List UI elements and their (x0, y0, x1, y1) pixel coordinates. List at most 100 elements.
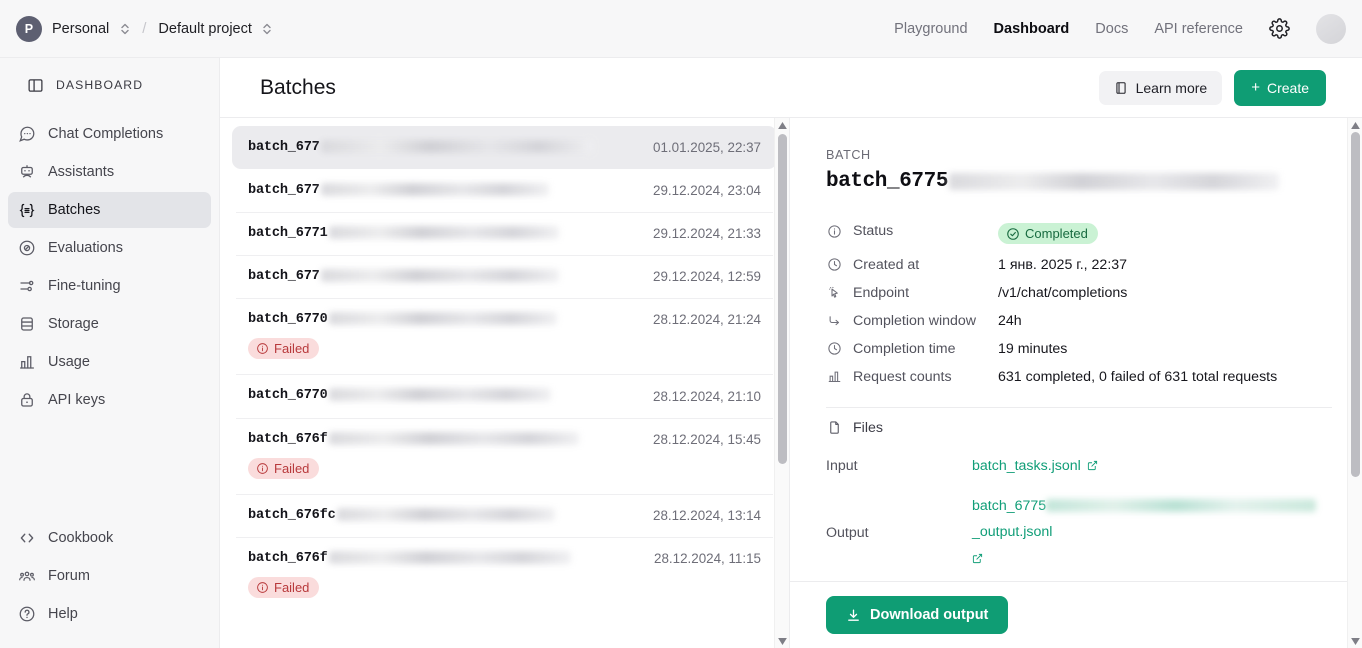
scroll-up-icon[interactable] (1350, 118, 1360, 132)
chevron-updown-icon[interactable] (262, 21, 273, 37)
batch-item-id: batch_676f (248, 550, 571, 566)
files-section-header: Files (826, 418, 1332, 440)
breadcrumb-separator: / (142, 20, 147, 37)
detail-field-value: /v1/chat/completions (998, 284, 1128, 301)
detail-field-row: Created at 1 янв. 2025 г., 22:37 (826, 251, 1332, 279)
sidebar-item-evaluations[interactable]: Evaluations (8, 230, 211, 266)
batch-item-id-prefix: batch_6771 (248, 226, 328, 242)
sidebar-item-fine-tuning[interactable]: Fine-tuning (8, 268, 211, 304)
batch-list-item[interactable]: batch_677 01.01.2025, 22:37 (232, 126, 777, 170)
sidebar-header[interactable]: DASHBOARD (8, 68, 211, 102)
detail-footer: Download output (790, 581, 1362, 648)
detail-batch-id: batch_6775 (826, 170, 1332, 193)
scrollbar-track[interactable] (775, 132, 789, 634)
batch-list[interactable]: batch_677 01.01.2025, 22:37 batch_677 29.12… (220, 118, 789, 648)
batch-item-date: 28.12.2024, 21:24 (653, 312, 761, 328)
sidebar-item-storage[interactable]: Storage (8, 306, 211, 342)
scrollbar-track[interactable] (1348, 132, 1362, 634)
batch-list-scrollbar[interactable] (774, 118, 789, 648)
detail-field-label: Request counts (853, 368, 952, 385)
redacted-batch-id (336, 507, 555, 521)
create-label: Create (1266, 79, 1309, 96)
detail-field-value: 1 янв. 2025 г., 22:37 (998, 256, 1128, 273)
output-file-row: Output batch_6775 _output.jsonl (826, 487, 1332, 581)
app-body: DASHBOARD Chat Completions Assistants Ba… (0, 58, 1362, 648)
scrollbar-thumb[interactable] (778, 134, 787, 464)
file-icon (826, 420, 842, 436)
batch-item-id: batch_6770 (248, 312, 557, 327)
chevron-updown-icon[interactable] (119, 21, 130, 37)
detail-field-row: Endpoint/v1/chat/completions (826, 279, 1332, 307)
check-circle-icon (1006, 227, 1020, 241)
learn-more-button[interactable]: Learn more (1098, 70, 1223, 105)
learn-more-label: Learn more (1135, 79, 1208, 96)
sidebar-item-label: Storage (48, 316, 99, 332)
redacted-batch-id (328, 431, 579, 445)
org-selector[interactable]: P Personal (16, 15, 130, 42)
sidebar: DASHBOARD Chat Completions Assistants Ba… (0, 58, 220, 648)
batch-list-item[interactable]: batch_676f 28.12.2024, 15:45 Failed (232, 417, 777, 494)
nav-dashboard[interactable]: Dashboard (994, 21, 1070, 37)
status-badge-label: Failed (274, 579, 310, 595)
batch-list-item[interactable]: batch_677 29.12.2024, 23:04 (232, 169, 777, 212)
page-title: Batches (260, 75, 336, 99)
redacted-batch-id (328, 312, 557, 326)
batch-item-id: batch_676fc (248, 507, 555, 523)
sidebar-item-cookbook[interactable]: Cookbook (8, 520, 211, 556)
nav-playground[interactable]: Playground (894, 21, 967, 37)
detail-field-value: 19 minutes (998, 340, 1068, 357)
detail-field-row: Status Completed (826, 217, 1332, 251)
gear-icon[interactable] (1269, 18, 1290, 39)
project-selector[interactable]: Default project (158, 21, 273, 37)
input-file-link[interactable]: batch_tasks.jsonl (972, 458, 1098, 474)
compass-icon (18, 239, 36, 257)
batch-list-item[interactable]: batch_6770 28.12.2024, 21:10 (232, 374, 777, 417)
redacted-batch-id (949, 173, 1280, 190)
people-icon (18, 567, 36, 585)
detail-fields: Status Completed Created at 1 янв. 2025 г.,… (826, 217, 1332, 391)
download-output-button[interactable]: Download output (826, 596, 1009, 634)
batch-item-date: 28.12.2024, 11:15 (654, 550, 761, 566)
nav-api-reference[interactable]: API reference (1154, 21, 1243, 37)
sidebar-item-label: Evaluations (48, 240, 123, 256)
batch-item-id: batch_677 (248, 140, 593, 155)
redacted-output-id (1046, 499, 1317, 513)
input-label: Input (826, 457, 858, 474)
org-name: Personal (52, 20, 110, 37)
detail-scrollbar[interactable] (1347, 118, 1362, 648)
arrow-turn-icon (826, 313, 842, 329)
sidebar-item-label: Forum (48, 568, 90, 584)
create-button[interactable]: + Create (1234, 69, 1326, 106)
sidebar-item-chat-completions[interactable]: Chat Completions (8, 116, 211, 152)
scrollbar-thumb[interactable] (1351, 132, 1360, 477)
scroll-down-icon[interactable] (777, 634, 787, 648)
sidebar-item-usage[interactable]: Usage (8, 344, 211, 380)
download-output-label: Download output (870, 607, 989, 623)
sidebar-item-api-keys[interactable]: API keys (8, 382, 211, 418)
batch-list-item[interactable]: batch_676f 28.12.2024, 11:15 Failed (232, 536, 777, 613)
redacted-batch-id (320, 183, 549, 197)
sidebar-bottom-nav: Cookbook Forum Help (0, 520, 219, 648)
output-file-value: batch_6775 _output.jsonl (972, 493, 1332, 575)
sidebar-item-help[interactable]: Help (8, 596, 211, 632)
top-navigation: Playground Dashboard Docs API reference (894, 13, 1346, 44)
scroll-down-icon[interactable] (1350, 634, 1360, 648)
batch-item-date: 28.12.2024, 21:10 (653, 388, 761, 404)
batch-list-item[interactable]: batch_6771 29.12.2024, 21:33 (232, 212, 777, 255)
output-file-link[interactable]: batch_6775 _output.jsonl (972, 498, 1317, 568)
sidebar-item-forum[interactable]: Forum (8, 558, 211, 594)
nav-docs[interactable]: Docs (1095, 21, 1128, 37)
sidebar-item-batches[interactable]: Batches (8, 192, 211, 228)
split-view: batch_677 01.01.2025, 22:37 batch_677 29.12… (220, 118, 1362, 648)
detail-field-label-group: Status (826, 223, 998, 239)
scroll-up-icon[interactable] (777, 118, 787, 132)
user-avatar[interactable] (1316, 13, 1346, 44)
files-label-group: Files (826, 420, 883, 436)
batch-list-item[interactable]: batch_6770 28.12.2024, 21:24 Failed (232, 298, 777, 374)
batch-detail-pane: BATCH batch_6775 Status Completed Created … (790, 118, 1362, 648)
sidebar-item-label: Cookbook (48, 530, 114, 546)
batch-list-item[interactable]: batch_676fc 28.12.2024, 13:14 (232, 493, 777, 537)
detail-field-row: Completion time 19 minutes (826, 335, 1332, 363)
sidebar-item-assistants[interactable]: Assistants (8, 154, 211, 190)
batch-list-item[interactable]: batch_677 29.12.2024, 12:59 (232, 255, 777, 298)
